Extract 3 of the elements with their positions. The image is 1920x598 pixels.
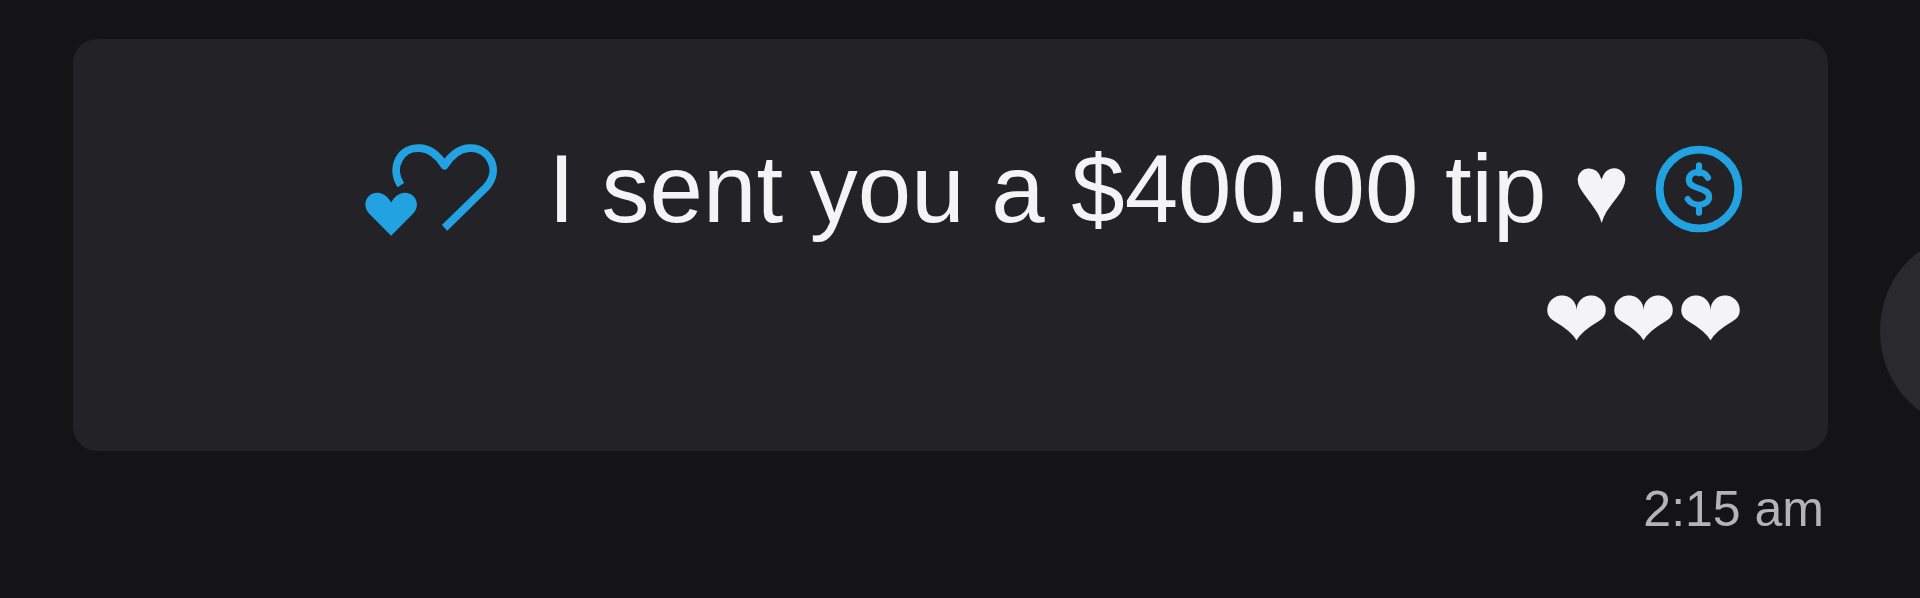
dollar-icon [1654, 144, 1744, 234]
message-time: 2:15 am [1643, 480, 1824, 539]
hearts-text: ❤❤❤ [1543, 275, 1744, 365]
